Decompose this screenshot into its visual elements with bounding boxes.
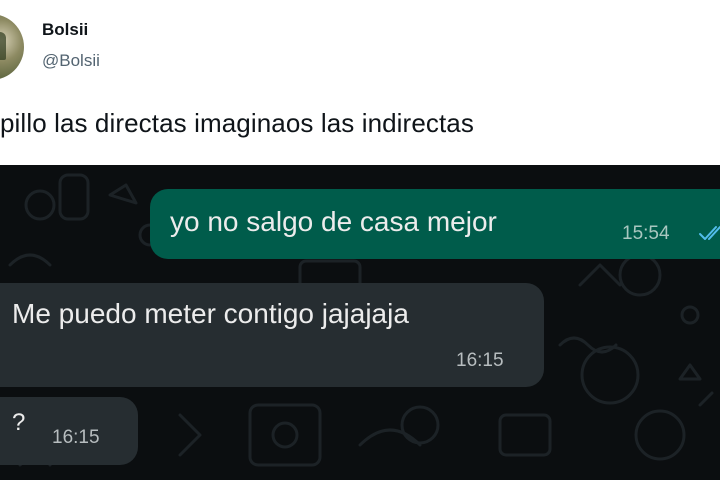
avatar[interactable] [0, 14, 24, 80]
user-handle[interactable]: @Bolsii [42, 51, 100, 71]
message-time: 16:15 [456, 350, 504, 371]
message-time: 15:54 [622, 223, 670, 244]
display-name[interactable]: Bolsii [42, 20, 88, 40]
tweet-text: pillo las directas imaginaos las indirec… [0, 108, 474, 138]
message-incoming[interactable]: Me puedo meter contigo jajajaja 16:15 [0, 283, 544, 387]
chat-screenshot: yo no salgo de casa mejor 15:54 Me puedo… [0, 165, 720, 480]
double-check-read-icon [699, 226, 720, 240]
message-incoming[interactable]: ? 16:15 [0, 397, 138, 465]
message-text: Me puedo meter contigo jajajaja [12, 298, 409, 329]
tweet-header: Bolsii @Bolsii pillo las directas imagin… [0, 0, 720, 165]
message-text: yo no salgo de casa mejor [170, 206, 497, 237]
message-text: ? [12, 409, 26, 436]
message-time: 16:15 [52, 427, 100, 448]
message-outgoing[interactable]: yo no salgo de casa mejor 15:54 [150, 189, 720, 259]
